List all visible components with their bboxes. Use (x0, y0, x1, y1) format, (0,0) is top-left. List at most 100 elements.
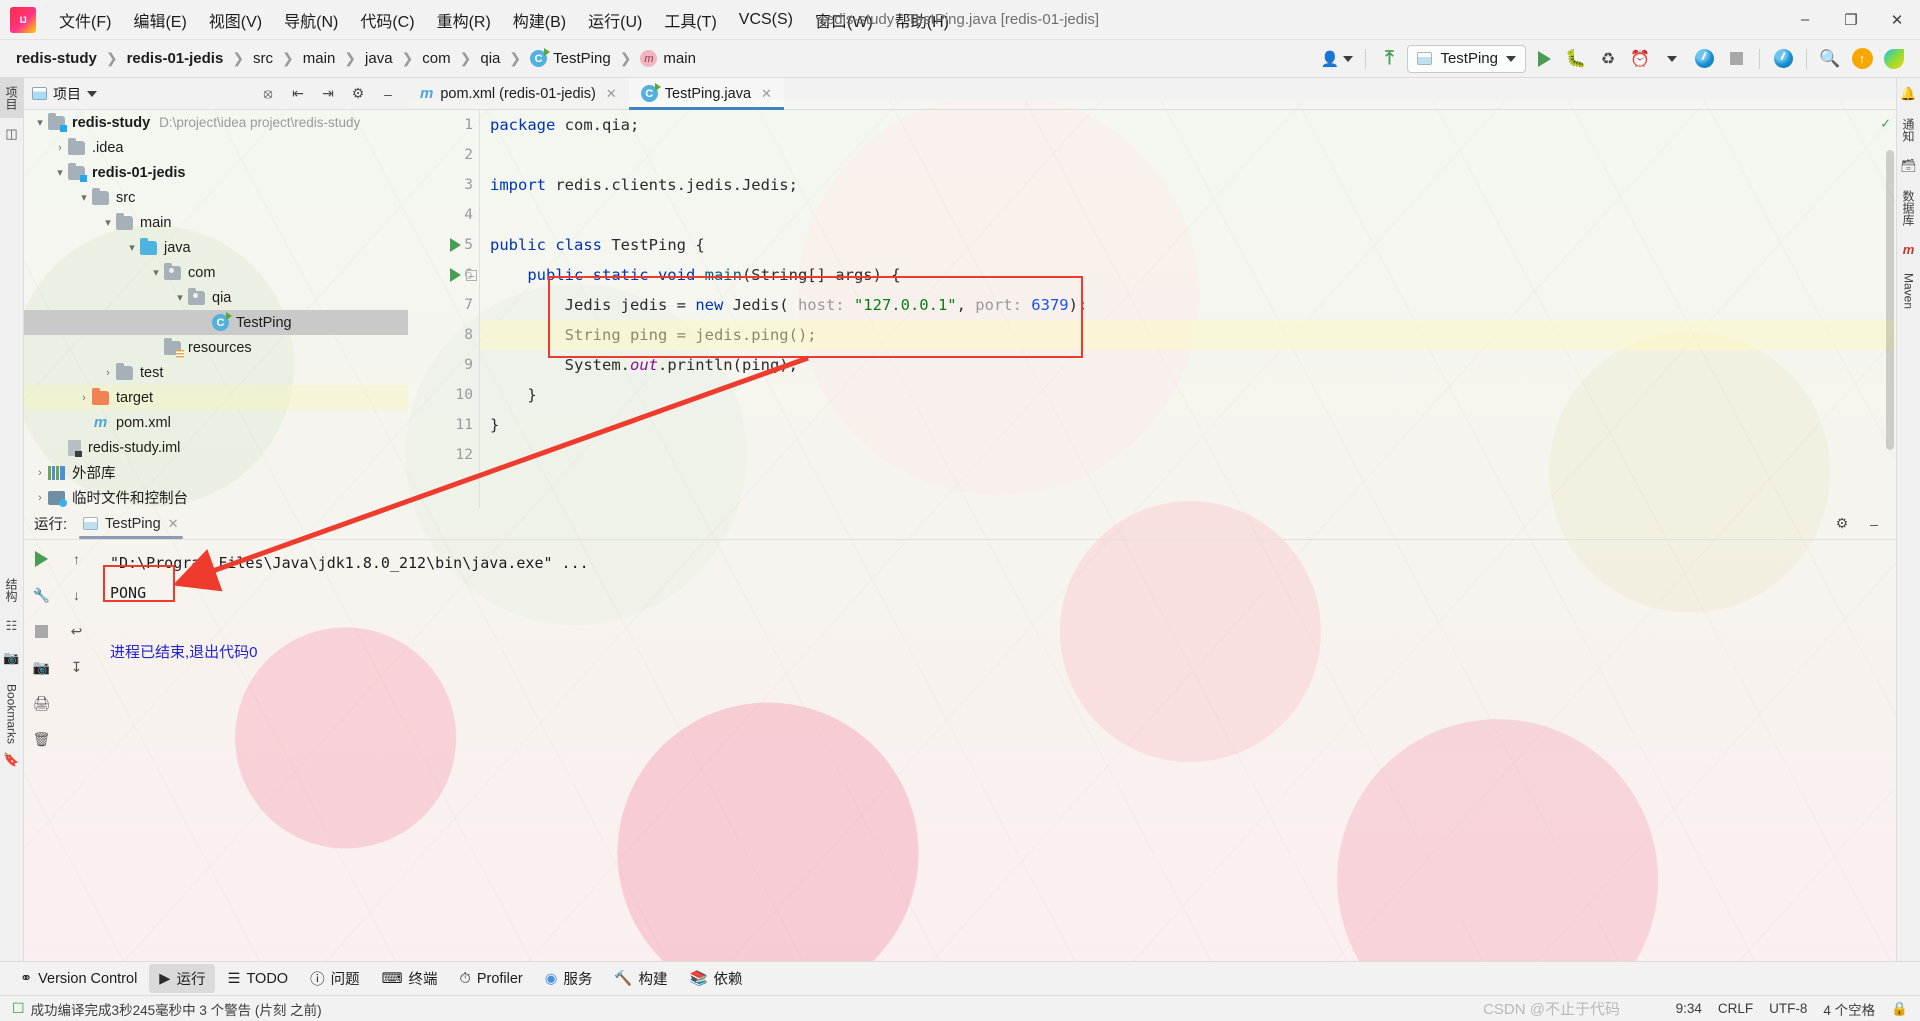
tree-row-main[interactable]: ▾ main (24, 210, 408, 235)
run-button[interactable] (1530, 45, 1558, 73)
tree-row-com[interactable]: ▾ com (24, 260, 408, 285)
run-gutter-icon-class[interactable] (450, 238, 461, 252)
update-button[interactable] (1848, 45, 1876, 73)
close-button[interactable]: ✕ (1874, 0, 1920, 40)
tab-testping-java[interactable]: C TestPing.java ✕ (628, 78, 785, 110)
vcs-update-icon[interactable]: ⤒ (1375, 45, 1403, 73)
menu-file[interactable]: 文件(F) (48, 4, 122, 36)
minimize-button[interactable]: – (1782, 0, 1828, 40)
chevron-right-icon[interactable]: › (52, 142, 68, 154)
menu-navigate[interactable]: 导航(N) (273, 4, 349, 36)
event-log-icon[interactable]: ☐ (12, 1000, 25, 1017)
breadcrumb-item-java[interactable]: java (361, 48, 397, 69)
menu-window[interactable]: 窗口(W) (804, 4, 884, 36)
tree-row-qia[interactable]: ▾ qia (24, 285, 408, 310)
print-icon[interactable]: 🖨 (29, 690, 55, 716)
tool-button-terminal[interactable]: ⌨ 终端 (372, 964, 448, 993)
tree-row-target[interactable]: › target (24, 385, 408, 410)
tool-button-version-control[interactable]: ⚭ Version Control (10, 967, 147, 991)
up-icon[interactable]: ↑ (64, 546, 90, 572)
tree-row-iml[interactable]: redis-study.iml (24, 435, 408, 460)
expand-all-icon[interactable]: ⇤ (286, 82, 310, 106)
sidebar-item-notifications[interactable]: 通知 (1897, 110, 1920, 150)
breadcrumb-item-class[interactable]: C TestPing (526, 48, 615, 69)
attach-profiler-button[interactable] (1690, 45, 1718, 73)
editor-scrollbar[interactable] (1886, 150, 1894, 450)
caret-position[interactable]: 9:34 (1676, 1001, 1702, 1016)
run-configuration-selector[interactable]: TestPing (1407, 44, 1526, 73)
chevron-right-icon[interactable]: › (100, 367, 116, 379)
close-icon[interactable]: ✕ (606, 86, 617, 102)
tree-row-redis-01-jedis[interactable]: ▾ redis-01-jedis (24, 160, 408, 185)
fold-icon[interactable]: ─ (466, 270, 477, 281)
soft-wrap-icon[interactable]: ↩ (64, 618, 90, 644)
profile-button[interactable]: ⏰ (1626, 45, 1654, 73)
wrench-icon[interactable]: 🔧 (29, 582, 55, 608)
chevron-right-icon[interactable]: › (32, 492, 48, 504)
breadcrumb-item-qia[interactable]: qia (476, 48, 504, 69)
minimize-icon[interactable]: – (376, 82, 400, 106)
close-icon[interactable]: ✕ (761, 86, 772, 102)
chevron-right-icon[interactable]: › (76, 392, 92, 404)
plugin-button[interactable] (1880, 45, 1908, 73)
gear-icon[interactable]: ⚙ (1830, 512, 1854, 536)
breadcrumb-item-module[interactable]: redis-01-jedis (123, 48, 228, 69)
chevron-down-icon[interactable]: ▾ (124, 241, 140, 254)
maximize-button[interactable]: ❐ (1828, 0, 1874, 40)
menu-edit[interactable]: 编辑(E) (122, 4, 197, 36)
lock-icon[interactable]: 🔒 (1891, 1001, 1908, 1017)
tree-row-pom-xml[interactable]: m pom.xml (24, 410, 408, 435)
tool-button-todo[interactable]: ☰ TODO (217, 967, 298, 991)
tree-row-external-libraries[interactable]: › 外部库 (24, 460, 408, 485)
menu-run[interactable]: 运行(U) (577, 4, 653, 36)
chevron-down-icon[interactable]: ▾ (148, 266, 164, 279)
project-tree[interactable]: ▾ redis-study D:\project\idea project\re… (24, 110, 408, 508)
menu-build[interactable]: 构建(B) (502, 4, 577, 36)
scroll-to-end-icon[interactable]: ↧ (64, 654, 90, 680)
run-tab-testping[interactable]: TestPing ✕ (75, 513, 187, 539)
down-icon[interactable]: ↓ (64, 582, 90, 608)
stop-icon[interactable] (29, 618, 55, 644)
sidebar-item-maven[interactable]: Maven (1899, 265, 1919, 317)
tool-button-problems[interactable]: ⓘ 问题 (300, 964, 370, 993)
editor-gutter[interactable]: 1 2 3 4 5 6 7 8 9 10 11 12 ─ (408, 110, 480, 508)
close-icon[interactable]: ✕ (168, 516, 179, 532)
tree-row-idea[interactable]: › .idea (24, 135, 408, 160)
tool-button-build[interactable]: 🔨 构建 (604, 964, 677, 993)
tree-row-scratches[interactable]: › 临时文件和控制台 (24, 485, 408, 508)
menu-refactor[interactable]: 重构(R) (426, 4, 502, 36)
locate-icon[interactable]: ⦻ (256, 82, 280, 106)
debug-button[interactable]: 🐛 (1562, 45, 1590, 73)
indent-setting[interactable]: 4 个空格 (1823, 999, 1875, 1019)
sidebar-item-bookmarks[interactable]: Bookmarks (5, 684, 19, 744)
file-encoding[interactable]: UTF-8 (1769, 1001, 1807, 1016)
profile-dropdown[interactable] (1658, 45, 1686, 73)
stop-button[interactable] (1722, 45, 1750, 73)
tree-row-test[interactable]: › test (24, 360, 408, 385)
chevron-right-icon[interactable]: › (32, 467, 48, 479)
tool-button-services[interactable]: ◉ 服务 (535, 964, 603, 993)
run-with-coverage-button[interactable]: ♻ (1594, 45, 1622, 73)
menu-vcs[interactable]: VCS(S) (728, 7, 804, 33)
tree-row-src[interactable]: ▾ src (24, 185, 408, 210)
breadcrumb-item-method[interactable]: m main (636, 48, 700, 69)
tab-pom-xml[interactable]: m pom.xml (redis-01-jedis) ✕ (408, 78, 629, 109)
menu-code[interactable]: 代码(C) (349, 4, 425, 36)
chevron-down-icon[interactable]: ▾ (76, 191, 92, 204)
inspection-ok-icon[interactable]: ✓ (1881, 114, 1890, 132)
user-icon[interactable]: 👤 (1318, 45, 1357, 73)
breadcrumb-item-project[interactable]: redis-study (12, 48, 101, 69)
sidebar-item-database[interactable]: 数据库 (1897, 182, 1920, 234)
chevron-down-icon[interactable]: ▾ (100, 216, 116, 229)
tree-row-testping[interactable]: C TestPing (24, 310, 408, 335)
camera-icon[interactable]: 📷 (29, 654, 55, 680)
chevron-down-icon[interactable]: ▾ (172, 291, 188, 304)
tree-row-resources[interactable]: resources (24, 335, 408, 360)
trash-icon[interactable]: 🗑 (29, 726, 55, 752)
code-content[interactable]: package com.qia; import redis.clients.je… (480, 110, 1896, 508)
tree-row-java[interactable]: ▾ java (24, 235, 408, 260)
chevron-down-icon[interactable]: ▾ (32, 116, 48, 129)
menu-help[interactable]: 帮助(H) (884, 4, 960, 36)
chevron-down-icon[interactable]: ▾ (52, 166, 68, 179)
search-everywhere-button[interactable]: 🔍 (1816, 45, 1844, 73)
